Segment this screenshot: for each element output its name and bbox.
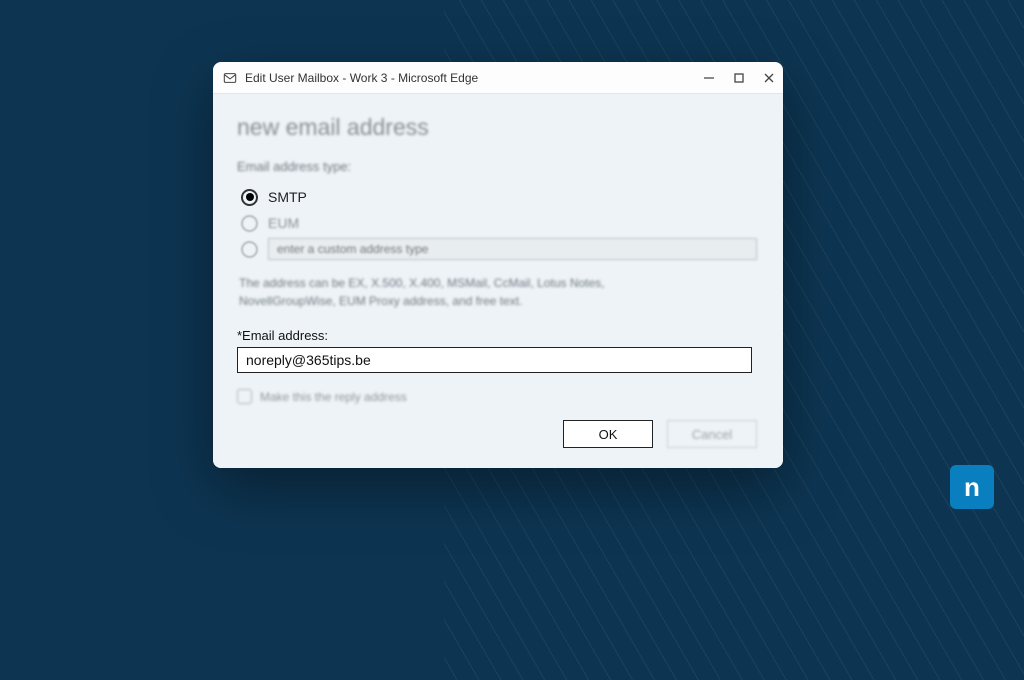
reply-checkbox-row[interactable]: Make this the reply address	[237, 389, 757, 404]
radio-smtp-label: SMTP	[268, 189, 307, 205]
minimize-button[interactable]	[703, 72, 715, 84]
brand-logo: n	[950, 465, 994, 509]
radio-smtp[interactable]: SMTP	[241, 184, 757, 210]
mail-icon	[223, 71, 237, 85]
brand-logo-letter: n	[964, 472, 980, 503]
custom-type-input[interactable]	[268, 238, 757, 260]
email-input[interactable]	[237, 347, 752, 373]
dialog-window: Edit User Mailbox - Work 3 - Microsoft E…	[213, 62, 783, 468]
help-text: The address can be EX, X.500, X.400, MSM…	[239, 274, 659, 310]
radio-group: SMTP EUM	[241, 184, 757, 262]
reply-checkbox-label: Make this the reply address	[260, 390, 407, 404]
titlebar: Edit User Mailbox - Work 3 - Microsoft E…	[213, 62, 783, 94]
radio-circle-icon	[241, 215, 258, 232]
radio-eum-label: EUM	[268, 215, 299, 231]
window-title: Edit User Mailbox - Work 3 - Microsoft E…	[245, 71, 703, 85]
dialog-heading: new email address	[237, 114, 757, 141]
radio-eum[interactable]: EUM	[241, 210, 757, 236]
radio-circle-icon	[241, 241, 258, 258]
button-row: OK Cancel	[563, 420, 757, 448]
window-controls	[703, 72, 775, 84]
email-label: *Email address:	[237, 328, 757, 343]
radio-custom[interactable]	[241, 236, 757, 262]
cancel-button[interactable]: Cancel	[667, 420, 757, 448]
close-button[interactable]	[763, 72, 775, 84]
type-label: Email address type:	[237, 159, 757, 174]
radio-dot-icon	[241, 189, 258, 206]
ok-button[interactable]: OK	[563, 420, 653, 448]
maximize-button[interactable]	[733, 72, 745, 84]
checkbox-icon	[237, 389, 252, 404]
dialog-content: new email address Email address type: SM…	[213, 94, 783, 468]
